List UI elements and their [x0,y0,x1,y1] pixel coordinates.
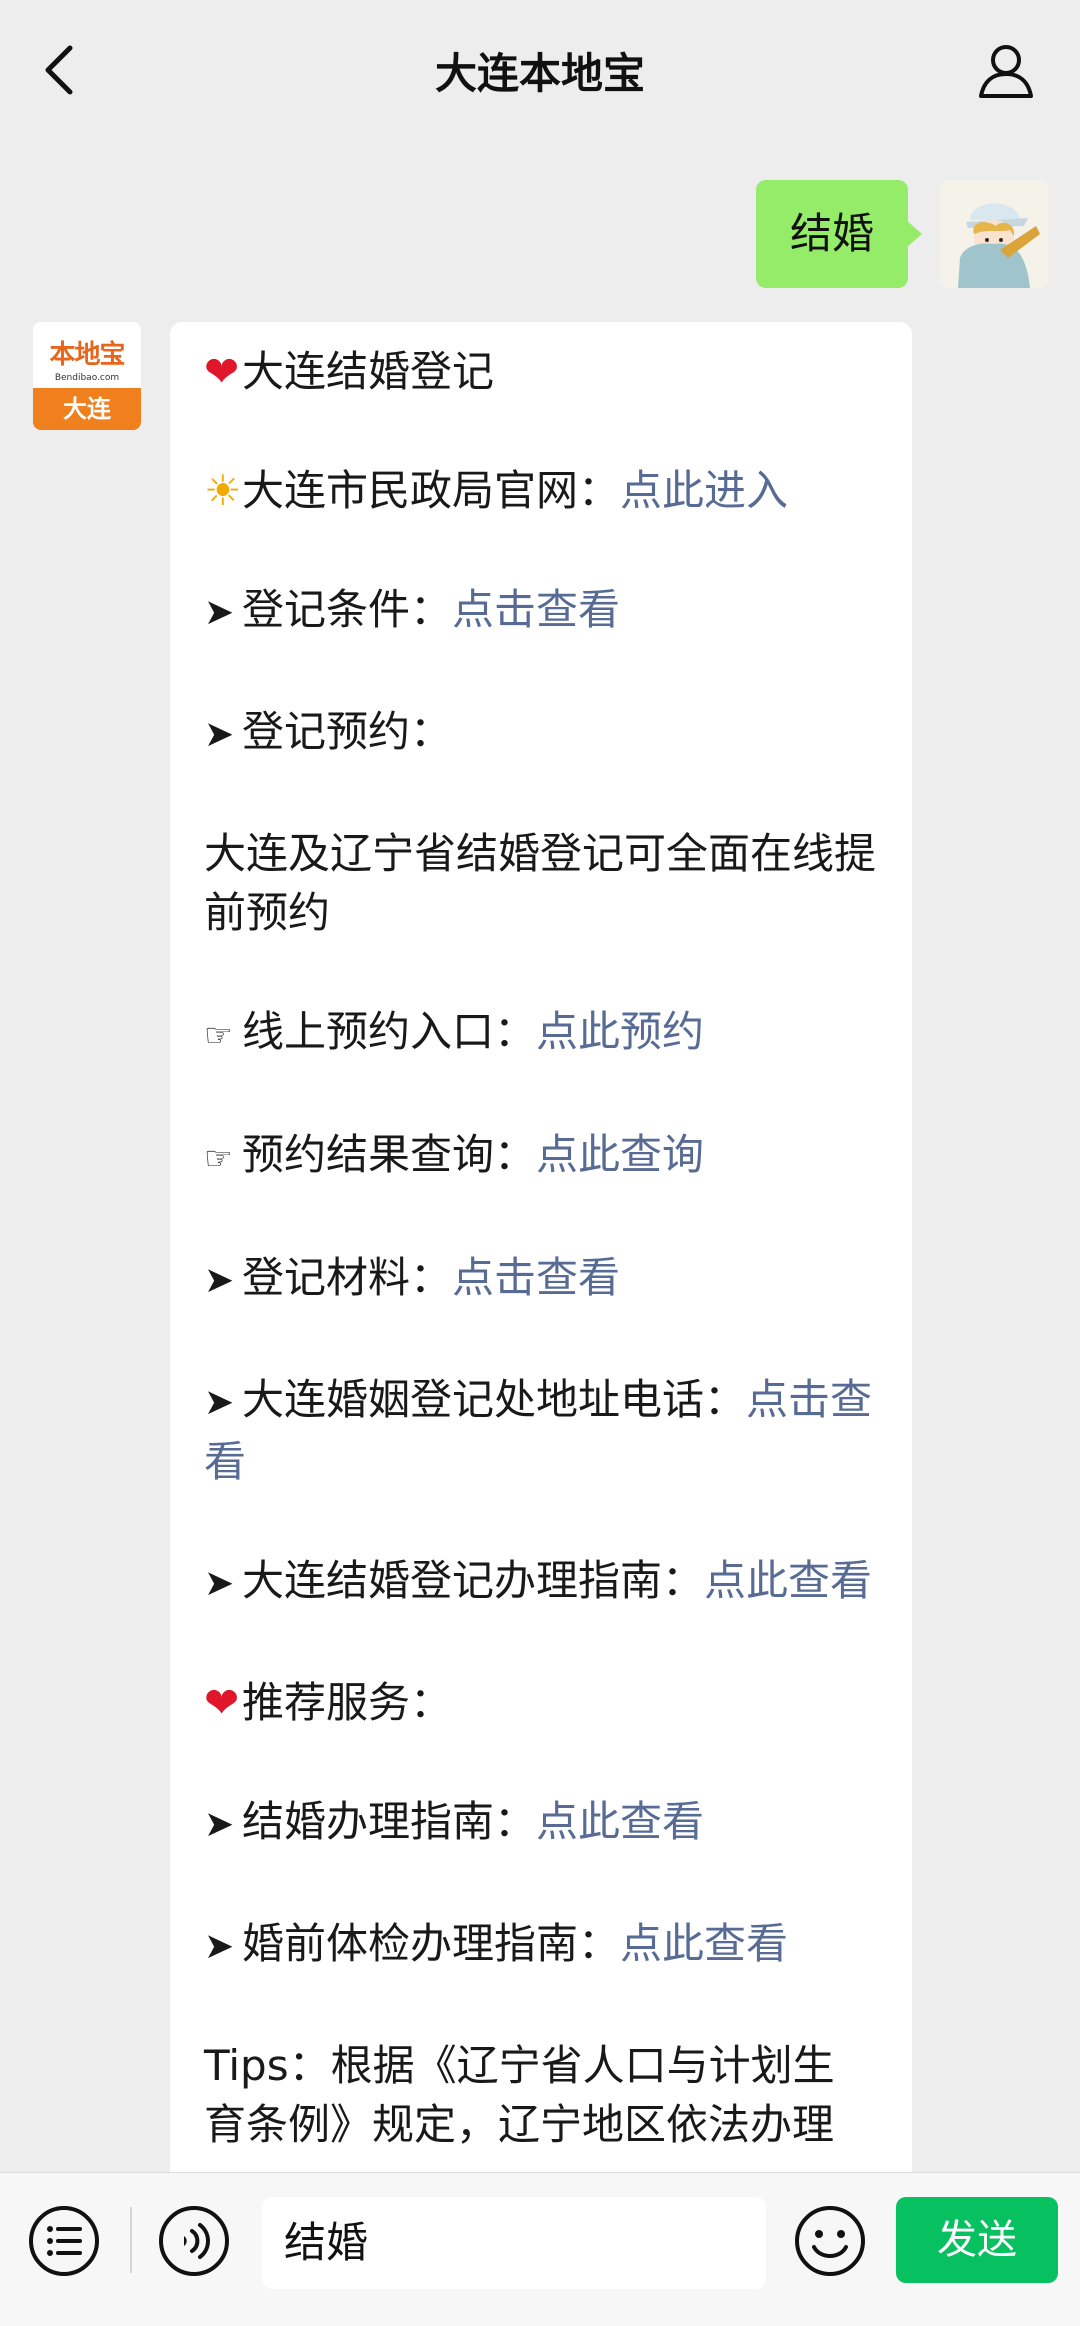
pointing-hand-icon: ☞ [204,1139,233,1177]
chat-title: 大连本地宝 [434,49,645,98]
msg-title-line: ❤大连结婚登记 [204,342,876,401]
result-query-label: 预约结果查询： [242,1130,537,1179]
conditions-label: 登记条件： [242,585,453,634]
message-input[interactable]: 结婚 [262,2197,766,2289]
premarital-label: 婚前体检办理指南： [242,1919,621,1968]
guide-link[interactable]: 点此查看 [704,1556,872,1605]
civil-affairs-line: ☀大连市民政局官网：点此进入 [204,461,876,520]
conditions-line: ➤ 登记条件：点击查看 [204,580,876,642]
arrow-icon: ➤ [204,1260,235,1301]
menu-icon[interactable] [26,2203,102,2279]
divider [130,2207,132,2273]
user-avatar[interactable] [940,180,1048,288]
appointment-line: ➤ 登记预约： [204,702,876,764]
online-entry-link[interactable]: 点此预约 [536,1007,704,1056]
online-entry-label: 线上预约入口： [242,1007,537,1056]
materials-label: 登记材料： [242,1253,453,1302]
input-bar: 结婚 发送 [0,2172,1080,2326]
marriage-guide-link[interactable]: 点此查看 [536,1797,704,1846]
top-bar: 大连本地宝 [0,0,1080,140]
conditions-link[interactable]: 点击查看 [452,585,620,634]
avatar-logo: 本地宝 Bendibao.com [33,322,141,388]
premarital-line: ➤ 婚前体检办理指南：点此查看 [204,1914,876,1976]
materials-link[interactable]: 点击查看 [452,1253,620,1302]
logo-url: Bendibao.com [54,373,120,383]
premarital-link[interactable]: 点此查看 [620,1919,788,1968]
arrow-icon: ➤ [204,714,235,755]
heart-icon: ❤ [204,1678,240,1727]
appointment-note: 大连及辽宁省结婚登记可全面在线提前预约 [204,829,877,937]
incoming-bubble: ❤大连结婚登记 ☀大连市民政局官网：点此进入 ➤ 登记条件：点击查看 ➤ 登记预约：… [170,322,912,2326]
bendibao-avatar[interactable]: 本地宝 Bendibao.com 大连 [33,322,141,430]
pointing-hand-icon: ☞ [204,1016,233,1054]
arrow-icon: ➤ [204,1382,235,1423]
recommended-label: 推荐服务： [242,1678,453,1727]
civil-affairs-link[interactable]: 点此进入 [620,466,788,515]
guide-line: ➤ 大连结婚登记办理指南：点此查看 [204,1551,876,1613]
arrow-icon: ➤ [204,1563,235,1604]
arrow-icon: ➤ [204,592,235,633]
profile-icon[interactable] [976,40,1036,100]
marriage-guide-line: ➤ 结婚办理指南：点此查看 [204,1792,876,1854]
arrow-icon: ➤ [204,1926,235,1967]
outgoing-bubble[interactable]: 结婚 [755,180,923,288]
materials-line: ➤ 登记材料：点击查看 [204,1248,876,1310]
arrow-icon: ➤ [204,1804,235,1845]
result-query-line: ☞ 预约结果查询：点此查询 [204,1125,876,1188]
appointment-label: 登记预约： [242,707,453,756]
office-contact-line: ➤ 大连婚姻登记处地址电话：点击查看 [204,1370,876,1491]
guide-label: 大连结婚登记办理指南： [242,1556,705,1605]
msg-title: 大连结婚登记 [242,347,495,396]
logo-name: 本地宝 [49,340,125,370]
marriage-guide-label: 结婚办理指南： [242,1797,537,1846]
online-entry-line: ☞ 线上预约入口：点此预约 [204,1002,876,1065]
civil-affairs-label: 大连市民政局官网： [242,466,621,515]
voice-icon[interactable] [156,2203,232,2279]
office-contact-label: 大连婚姻登记处地址电话： [242,1375,747,1424]
outgoing-message: 结婚 [0,180,1080,290]
result-query-link[interactable]: 点此查询 [536,1130,704,1179]
heart-icon: ❤ [204,347,240,396]
sun-icon: ☀ [204,466,242,515]
logo-city: 大连 [33,388,141,430]
recommended-line: ❤推荐服务： [204,1673,876,1732]
emoji-icon[interactable] [792,2203,868,2279]
tips-text: Tips：根据《辽宁省人口与计划生育条例》规定，辽宁地区依法办理 [204,2041,835,2149]
send-button[interactable]: 发送 [896,2197,1058,2283]
